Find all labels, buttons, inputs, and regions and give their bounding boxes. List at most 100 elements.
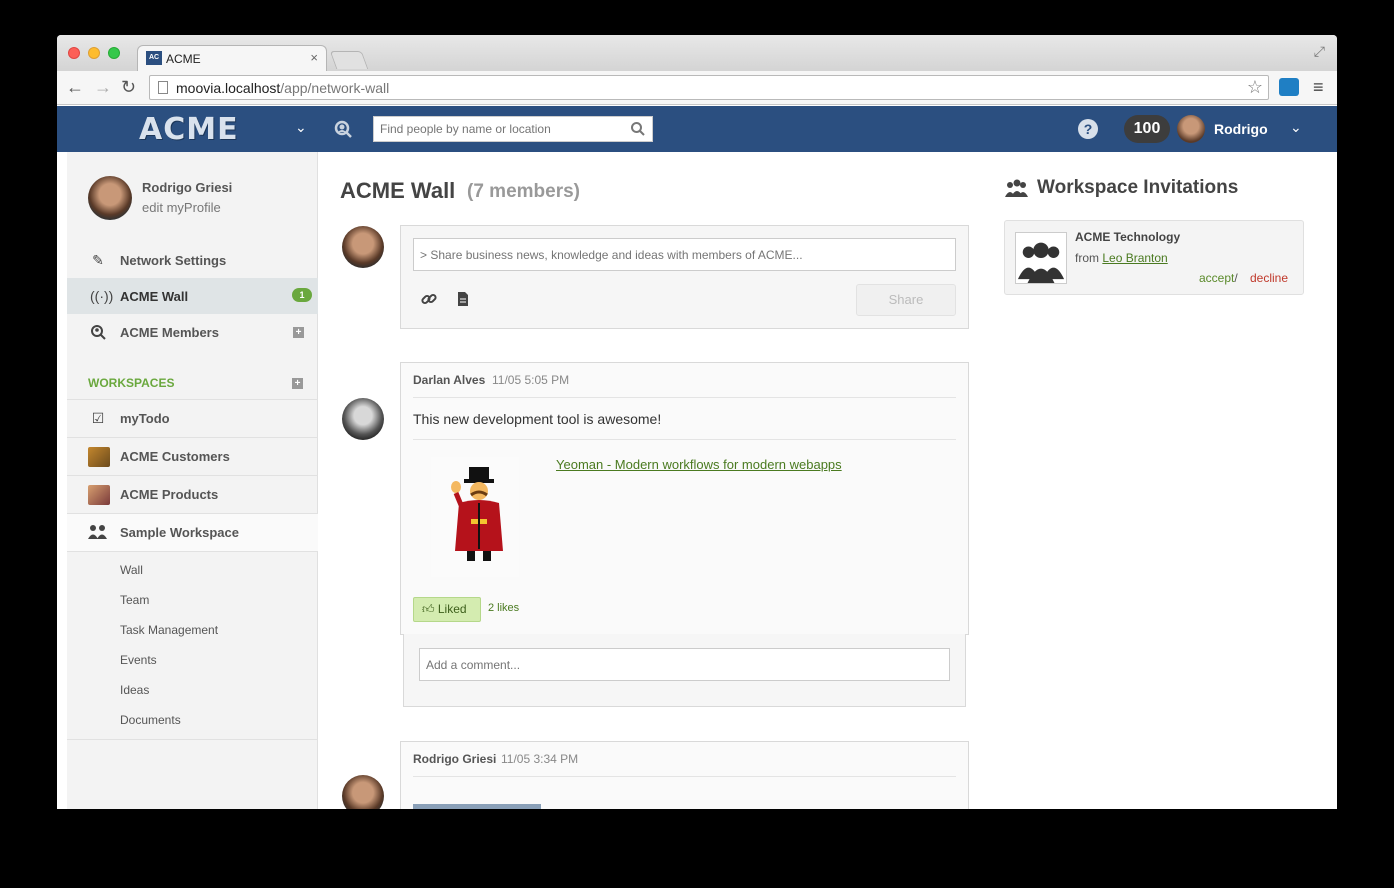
- people-search-icon[interactable]: [333, 119, 353, 139]
- sub-item-team[interactable]: Team: [120, 593, 149, 607]
- post-card: Rodrigo Griesi 11/05 3:34 PM: [400, 741, 969, 809]
- tab-close-icon[interactable]: ×: [310, 50, 318, 65]
- thumbs-up-icon: 👍︎: [422, 602, 438, 616]
- decline-invitation-link[interactable]: decline: [1250, 271, 1288, 285]
- invitation-workspace-name: ACME Technology: [1075, 230, 1181, 244]
- tab-bar: AC ACME × ⤢: [57, 35, 1337, 71]
- likes-count[interactable]: 2 likes: [488, 602, 519, 614]
- main-content: ACME Wall (7 members) Share Darlan Alves…: [318, 152, 978, 809]
- link-preview-title[interactable]: Yeoman - Modern workflows for modern web…: [556, 457, 842, 472]
- address-bar[interactable]: moovia.localhost/app/network-wall ☆: [149, 75, 1269, 100]
- extension-icon[interactable]: [1279, 78, 1299, 96]
- sidebar-item-sample-workspace[interactable]: Sample Workspace: [67, 514, 318, 551]
- left-sidebar: Rodrigo Griesi edit myProfile ✎ Network …: [67, 152, 318, 809]
- sidebar-item-label: Network Settings: [120, 253, 227, 268]
- search-box: [373, 116, 653, 142]
- profile-name[interactable]: Rodrigo Griesi: [142, 180, 232, 195]
- accept-invitation-link[interactable]: accept/: [1199, 271, 1238, 285]
- page-icon: [158, 81, 168, 94]
- sub-item-ideas[interactable]: Ideas: [120, 683, 149, 697]
- inviter-link[interactable]: Leo Branton: [1102, 251, 1167, 265]
- share-input[interactable]: [413, 238, 956, 271]
- search-input[interactable]: [374, 117, 624, 141]
- liked-label: Liked: [437, 602, 467, 616]
- browser-window: AC ACME × ⤢ ← → ↻ moovia.localhost/app/n…: [57, 35, 1337, 809]
- sidebar-item-acme-wall[interactable]: ((·)) ACME Wall 1: [67, 278, 318, 314]
- sidebar-item-mytodo[interactable]: ☑ myTodo: [67, 400, 318, 437]
- notification-badge: 1: [292, 288, 312, 302]
- member-search-icon: [91, 325, 106, 340]
- new-tab-button[interactable]: [329, 51, 369, 69]
- zoom-window-button[interactable]: [108, 47, 120, 59]
- divider: [413, 439, 956, 440]
- invitations-title: Workspace Invitations: [1037, 177, 1239, 198]
- minimize-window-button[interactable]: [88, 47, 100, 59]
- comment-input[interactable]: [419, 648, 950, 681]
- sidebar-item-network-settings[interactable]: ✎ Network Settings: [67, 242, 318, 278]
- link-icon[interactable]: [421, 291, 437, 307]
- bookmark-star-icon[interactable]: ☆: [1247, 77, 1263, 98]
- composer-avatar[interactable]: [342, 226, 384, 268]
- workspace-group-icon: [1015, 232, 1067, 284]
- edit-profile-link[interactable]: edit myProfile: [142, 200, 221, 215]
- post-text: This new development tool is awesome!: [413, 411, 662, 427]
- chrome-menu-icon[interactable]: ≡: [1313, 77, 1324, 98]
- post-composer: Share: [400, 225, 969, 329]
- sidebar-item-label: myTodo: [120, 411, 170, 426]
- link-preview-image[interactable]: [413, 804, 541, 809]
- post-author-avatar[interactable]: [342, 775, 384, 809]
- chevron-down-icon[interactable]: ⌄: [295, 119, 307, 136]
- add-member-icon[interactable]: +: [293, 327, 304, 338]
- back-icon[interactable]: ←: [66, 77, 84, 97]
- link-preview-image[interactable]: [431, 457, 519, 577]
- search-icon[interactable]: [630, 121, 646, 137]
- sub-item-documents[interactable]: Documents: [120, 713, 181, 727]
- workspace-thumbnail: [88, 447, 110, 467]
- app-header: ACME ⌄ ? 100 Rodrigo ⌄: [57, 106, 1337, 152]
- document-icon[interactable]: [455, 291, 471, 307]
- close-window-button[interactable]: [68, 47, 80, 59]
- url-text: moovia.localhost/app/network-wall: [176, 80, 390, 96]
- user-name[interactable]: Rodrigo: [1214, 121, 1268, 137]
- workspace-thumbnail: [88, 485, 110, 505]
- group-icon: [88, 525, 107, 539]
- post-time: 11/05 3:34 PM: [501, 752, 579, 766]
- acme-logo[interactable]: ACME: [139, 112, 239, 147]
- points-badge[interactable]: 100: [1124, 115, 1170, 143]
- post-author-avatar[interactable]: [342, 398, 384, 440]
- broadcast-icon: ((·)): [90, 288, 114, 304]
- forward-icon[interactable]: →: [94, 77, 112, 97]
- sidebar-item-label: Sample Workspace: [120, 525, 239, 540]
- post-author[interactable]: Rodrigo Griesi: [413, 752, 496, 766]
- post-time: 11/05 5:05 PM: [492, 373, 570, 387]
- sidebar-item-label: ACME Customers: [120, 449, 230, 464]
- sidebar-item-label: ACME Products: [120, 487, 219, 502]
- invitation-from: from Leo Branton: [1075, 251, 1168, 265]
- divider: [67, 551, 318, 552]
- help-icon[interactable]: ?: [1078, 119, 1098, 139]
- favicon: AC: [146, 51, 162, 65]
- share-button[interactable]: Share: [856, 284, 956, 316]
- user-avatar[interactable]: [1177, 115, 1205, 143]
- sidebar-item-label: ACME Wall: [120, 289, 189, 304]
- member-count[interactable]: (7 members): [467, 181, 580, 203]
- sidebar-item-acme-members[interactable]: ACME Members +: [67, 314, 318, 350]
- tab-title: ACME: [166, 52, 201, 66]
- sub-item-task-management[interactable]: Task Management: [120, 623, 218, 637]
- fullscreen-icon[interactable]: ⤢: [1314, 43, 1325, 60]
- post-author[interactable]: Darlan Alves: [413, 373, 485, 387]
- reload-icon[interactable]: ↻: [121, 77, 136, 97]
- user-menu-chevron-icon[interactable]: ⌄: [1290, 119, 1302, 136]
- browser-toolbar: ← → ↻ moovia.localhost/app/network-wall …: [57, 71, 1337, 105]
- browser-tab[interactable]: AC ACME ×: [137, 45, 327, 71]
- sidebar-item-acme-customers[interactable]: ACME Customers: [67, 438, 318, 475]
- sidebar-item-acme-products[interactable]: ACME Products: [67, 476, 318, 513]
- add-workspace-icon[interactable]: +: [292, 378, 303, 389]
- profile-avatar[interactable]: [88, 176, 132, 220]
- page-title: ACME Wall: [340, 178, 456, 203]
- sub-item-events[interactable]: Events: [120, 653, 157, 667]
- divider: [413, 397, 956, 398]
- sub-item-wall[interactable]: Wall: [120, 563, 143, 577]
- liked-button[interactable]: 👍︎ Liked: [413, 597, 481, 622]
- invitation-card: ACME Technology from Leo Branton accept/…: [1004, 220, 1304, 295]
